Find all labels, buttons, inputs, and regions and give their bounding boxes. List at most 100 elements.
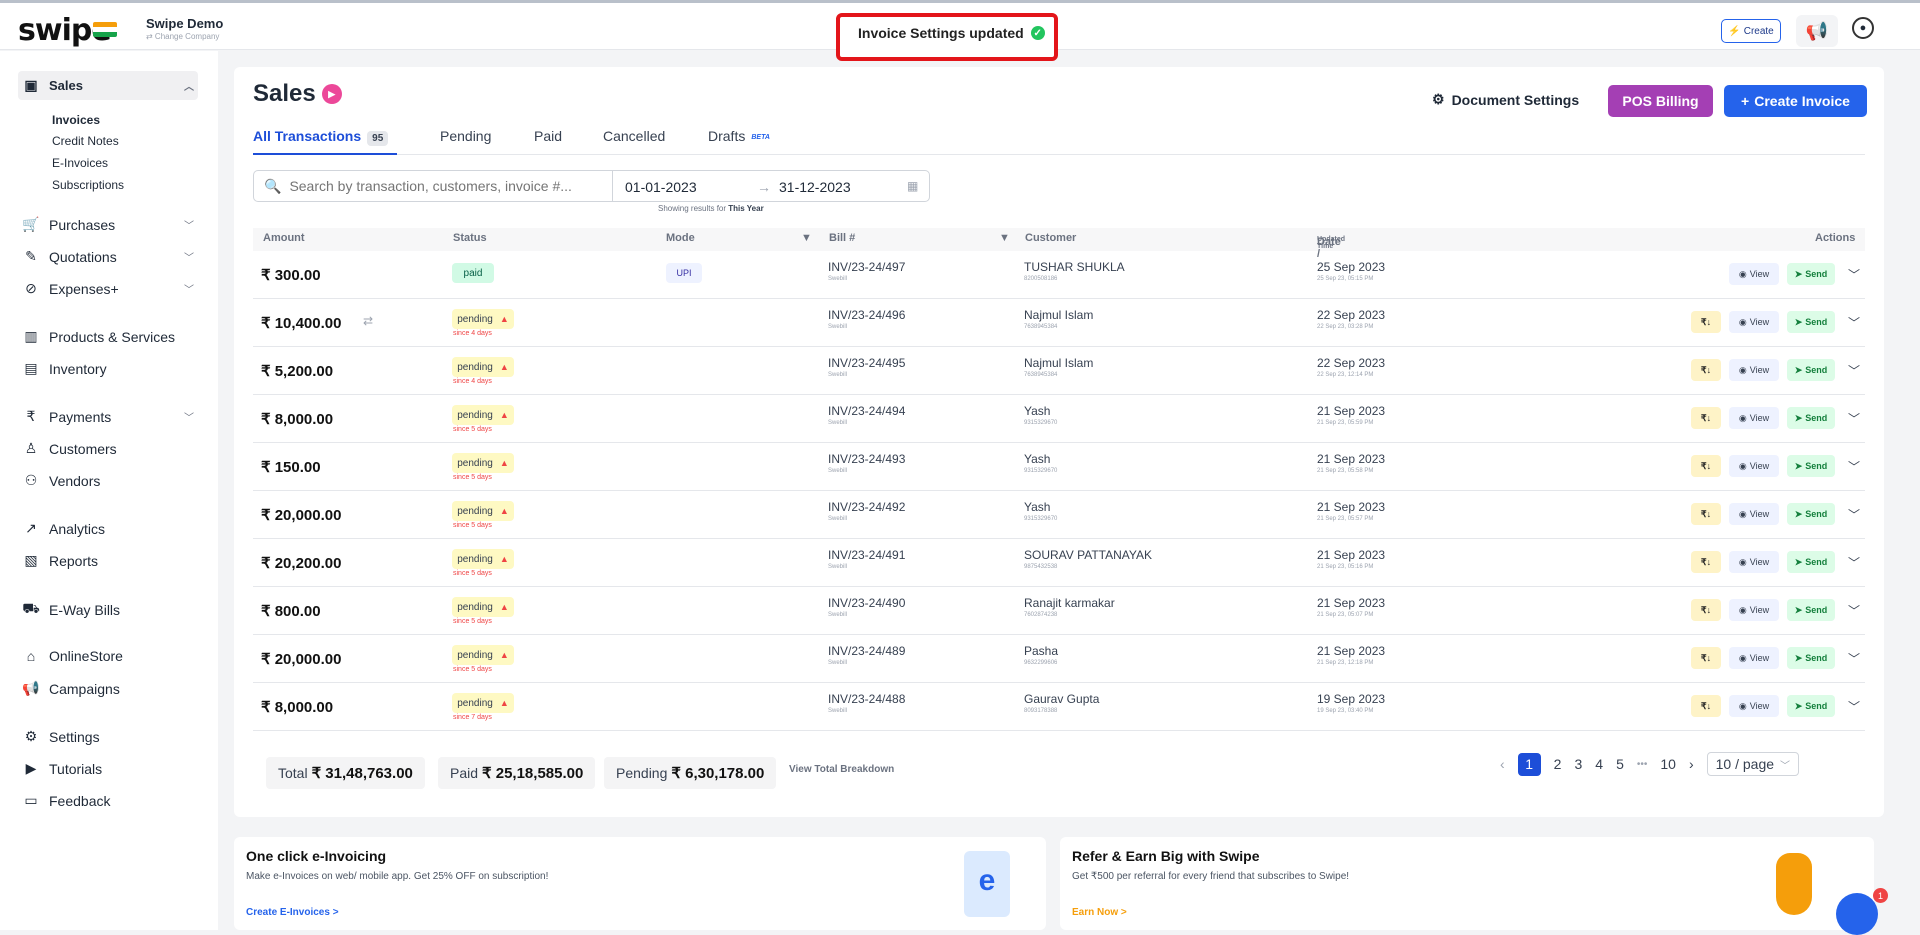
col-bill[interactable]: Bill #	[829, 232, 855, 244]
bill-cell[interactable]: INV/23-24/494 Swebill	[828, 404, 905, 426]
record-payment-button[interactable]: ₹↓	[1691, 407, 1721, 429]
table-row[interactable]: ₹ 20,000.00 pending ▲ since 5 days INV/23-24…	[253, 491, 1865, 539]
create-invoice-button[interactable]: + Create Invoice	[1724, 85, 1867, 117]
sidebar-item-reports[interactable]: ▧ Reports	[22, 552, 198, 569]
send-button[interactable]: ➤ Send	[1787, 647, 1835, 669]
customer-cell[interactable]: Pasha 9632299606	[1024, 644, 1058, 666]
send-button[interactable]: ➤ Send	[1787, 695, 1835, 717]
sidebar-item-payments[interactable]: ₹ Payments ﹀	[22, 408, 198, 425]
chevron-down-icon[interactable]: ﹀	[1843, 599, 1865, 621]
bill-cell[interactable]: INV/23-24/497 Swebill	[828, 260, 905, 282]
bill-cell[interactable]: INV/23-24/488 Swebill	[828, 692, 905, 714]
page-ellipsis[interactable]: •••	[1637, 759, 1648, 770]
sidebar-sub-invoices[interactable]: Invoices	[52, 113, 100, 127]
view-button[interactable]: ◉ View	[1729, 503, 1779, 525]
view-button[interactable]: ◉ View	[1729, 407, 1779, 429]
chevron-down-icon[interactable]: ﹀	[1843, 551, 1865, 573]
view-button[interactable]: ◉ View	[1729, 359, 1779, 381]
prev-page-icon[interactable]: ‹	[1500, 756, 1505, 772]
view-button[interactable]: ◉ View	[1729, 647, 1779, 669]
table-row[interactable]: ₹ 10,400.00 ⇄ pending ▲ since 4 days INV/23-2…	[253, 299, 1865, 347]
page-size-select[interactable]: 10 / page ﹀	[1706, 752, 1800, 776]
send-button[interactable]: ➤ Send	[1787, 503, 1835, 525]
company-switcher[interactable]: Swipe Demo ⇄ Change Company	[146, 16, 223, 41]
chevron-down-icon[interactable]: ﹀	[1843, 503, 1865, 525]
col-status[interactable]: Status	[453, 232, 487, 244]
chevron-down-icon[interactable]: ﹀	[1843, 263, 1865, 285]
announcements-button[interactable]: 📢	[1796, 15, 1838, 47]
next-page-icon[interactable]: ›	[1689, 756, 1694, 772]
customer-cell[interactable]: Najmul Islam 7638945384	[1024, 356, 1093, 378]
table-row[interactable]: ₹ 20,000.00 pending ▲ since 5 days INV/23-24…	[253, 635, 1865, 683]
chevron-down-icon[interactable]: ﹀	[1843, 407, 1865, 429]
col-amount[interactable]: Amount	[263, 232, 305, 244]
customer-cell[interactable]: Yash 9315329670	[1024, 500, 1057, 522]
bill-cell[interactable]: INV/23-24/495 Swebill	[828, 356, 905, 378]
record-payment-button[interactable]: ₹↓	[1691, 599, 1721, 621]
sidebar-item-vendors[interactable]: ⚇ Vendors	[22, 472, 198, 489]
status-badge[interactable]: pending ▲	[452, 453, 514, 473]
record-payment-button[interactable]: ₹↓	[1691, 551, 1721, 573]
page-3[interactable]: 3	[1574, 756, 1582, 772]
sidebar-item-inventory[interactable]: ▤ Inventory	[22, 360, 198, 377]
send-button[interactable]: ➤ Send	[1787, 599, 1835, 621]
filter-icon[interactable]: ▼	[801, 232, 812, 244]
sidebar-item-onlinestore[interactable]: ⌂ OnlineStore	[22, 648, 198, 664]
customer-cell[interactable]: Yash 9315329670	[1024, 404, 1057, 426]
table-row[interactable]: ₹ 8,000.00 pending ▲ since 7 days INV/23-24/…	[253, 683, 1865, 731]
document-settings-button[interactable]: ⚙ Document Settings	[1432, 91, 1579, 108]
sidebar-item-customers[interactable]: ♙ Customers	[22, 440, 198, 457]
view-button[interactable]: ◉ View	[1729, 695, 1779, 717]
status-badge[interactable]: pending ▲	[452, 309, 514, 329]
view-button[interactable]: ◉ View	[1729, 263, 1779, 285]
create-einvoices-link[interactable]: Create E-Invoices >	[246, 907, 339, 918]
page-1[interactable]: 1	[1517, 752, 1541, 776]
record-payment-button[interactable]: ₹↓	[1691, 359, 1721, 381]
table-row[interactable]: ₹ 300.00 paid UPI INV/23-24/497 Swebill TUSHA…	[253, 251, 1865, 299]
chevron-down-icon[interactable]: ﹀	[1843, 647, 1865, 669]
sidebar-item-analytics[interactable]: ↗ Analytics	[22, 520, 198, 537]
view-button[interactable]: ◉ View	[1729, 551, 1779, 573]
user-account-icon[interactable]: ●	[1852, 17, 1874, 39]
date-from[interactable]: 01-01-2023	[625, 179, 697, 195]
customer-cell[interactable]: Ranajit karmakar 7602874238	[1024, 596, 1115, 618]
table-row[interactable]: ₹ 150.00 pending ▲ since 5 days INV/23-24/49…	[253, 443, 1865, 491]
status-badge[interactable]: pending ▲	[452, 357, 514, 377]
sidebar-item-sales[interactable]: ▣ Sales ︿	[22, 77, 198, 94]
sidebar-item-tutorials[interactable]: ▶ Tutorials	[22, 760, 198, 777]
chevron-down-icon[interactable]: ﹀	[1843, 455, 1865, 477]
col-mode[interactable]: Mode	[666, 232, 695, 244]
sidebar-sub-subscriptions[interactable]: Subscriptions	[52, 178, 124, 192]
status-badge[interactable]: pending ▲	[452, 597, 514, 617]
change-company-link[interactable]: ⇄ Change Company	[146, 32, 223, 41]
sidebar-item-purchases[interactable]: 🛒 Purchases ﹀	[22, 216, 198, 233]
col-customer[interactable]: Customer	[1025, 232, 1076, 244]
status-badge[interactable]: pending ▲	[452, 693, 514, 713]
status-badge[interactable]: pending ▲	[452, 501, 514, 521]
sidebar-sub-credit-notes[interactable]: Credit Notes	[52, 134, 119, 148]
tab-paid[interactable]: Paid	[534, 128, 562, 144]
sidebar-item-feedback[interactable]: ▭ Feedback	[22, 792, 198, 809]
bill-cell[interactable]: INV/23-24/493 Swebill	[828, 452, 905, 474]
sidebar-item-eway-bills[interactable]: ⛟ E-Way Bills	[22, 600, 198, 619]
send-button[interactable]: ➤ Send	[1787, 359, 1835, 381]
date-to[interactable]: 31-12-2023	[779, 179, 851, 195]
search-input[interactable]	[289, 178, 610, 194]
customer-cell[interactable]: SOURAV PATTANAYAK 9875432538	[1024, 548, 1152, 570]
tab-drafts[interactable]: Drafts BETA	[708, 128, 770, 144]
tab-cancelled[interactable]: Cancelled	[603, 128, 665, 144]
page-2[interactable]: 2	[1554, 756, 1562, 772]
tab-pending[interactable]: Pending	[440, 128, 491, 144]
page-5[interactable]: 5	[1616, 756, 1624, 772]
date-range-picker[interactable]: 01-01-2023 → 31-12-2023 ▦	[612, 170, 930, 202]
sidebar-sub-e-invoices[interactable]: E-Invoices	[52, 156, 108, 170]
earn-now-link[interactable]: Earn Now >	[1072, 907, 1127, 918]
bill-cell[interactable]: INV/23-24/490 Swebill	[828, 596, 905, 618]
pos-billing-button[interactable]: POS Billing	[1608, 85, 1713, 117]
record-payment-button[interactable]: ₹↓	[1691, 455, 1721, 477]
sidebar-item-expenses[interactable]: ⊘ Expenses+ ﹀	[22, 280, 198, 297]
chevron-down-icon[interactable]: ﹀	[1843, 695, 1865, 717]
sidebar-item-settings[interactable]: ⚙ Settings	[22, 728, 198, 745]
send-button[interactable]: ➤ Send	[1787, 311, 1835, 333]
table-row[interactable]: ₹ 8,000.00 pending ▲ since 5 days INV/23-24/…	[253, 395, 1865, 443]
